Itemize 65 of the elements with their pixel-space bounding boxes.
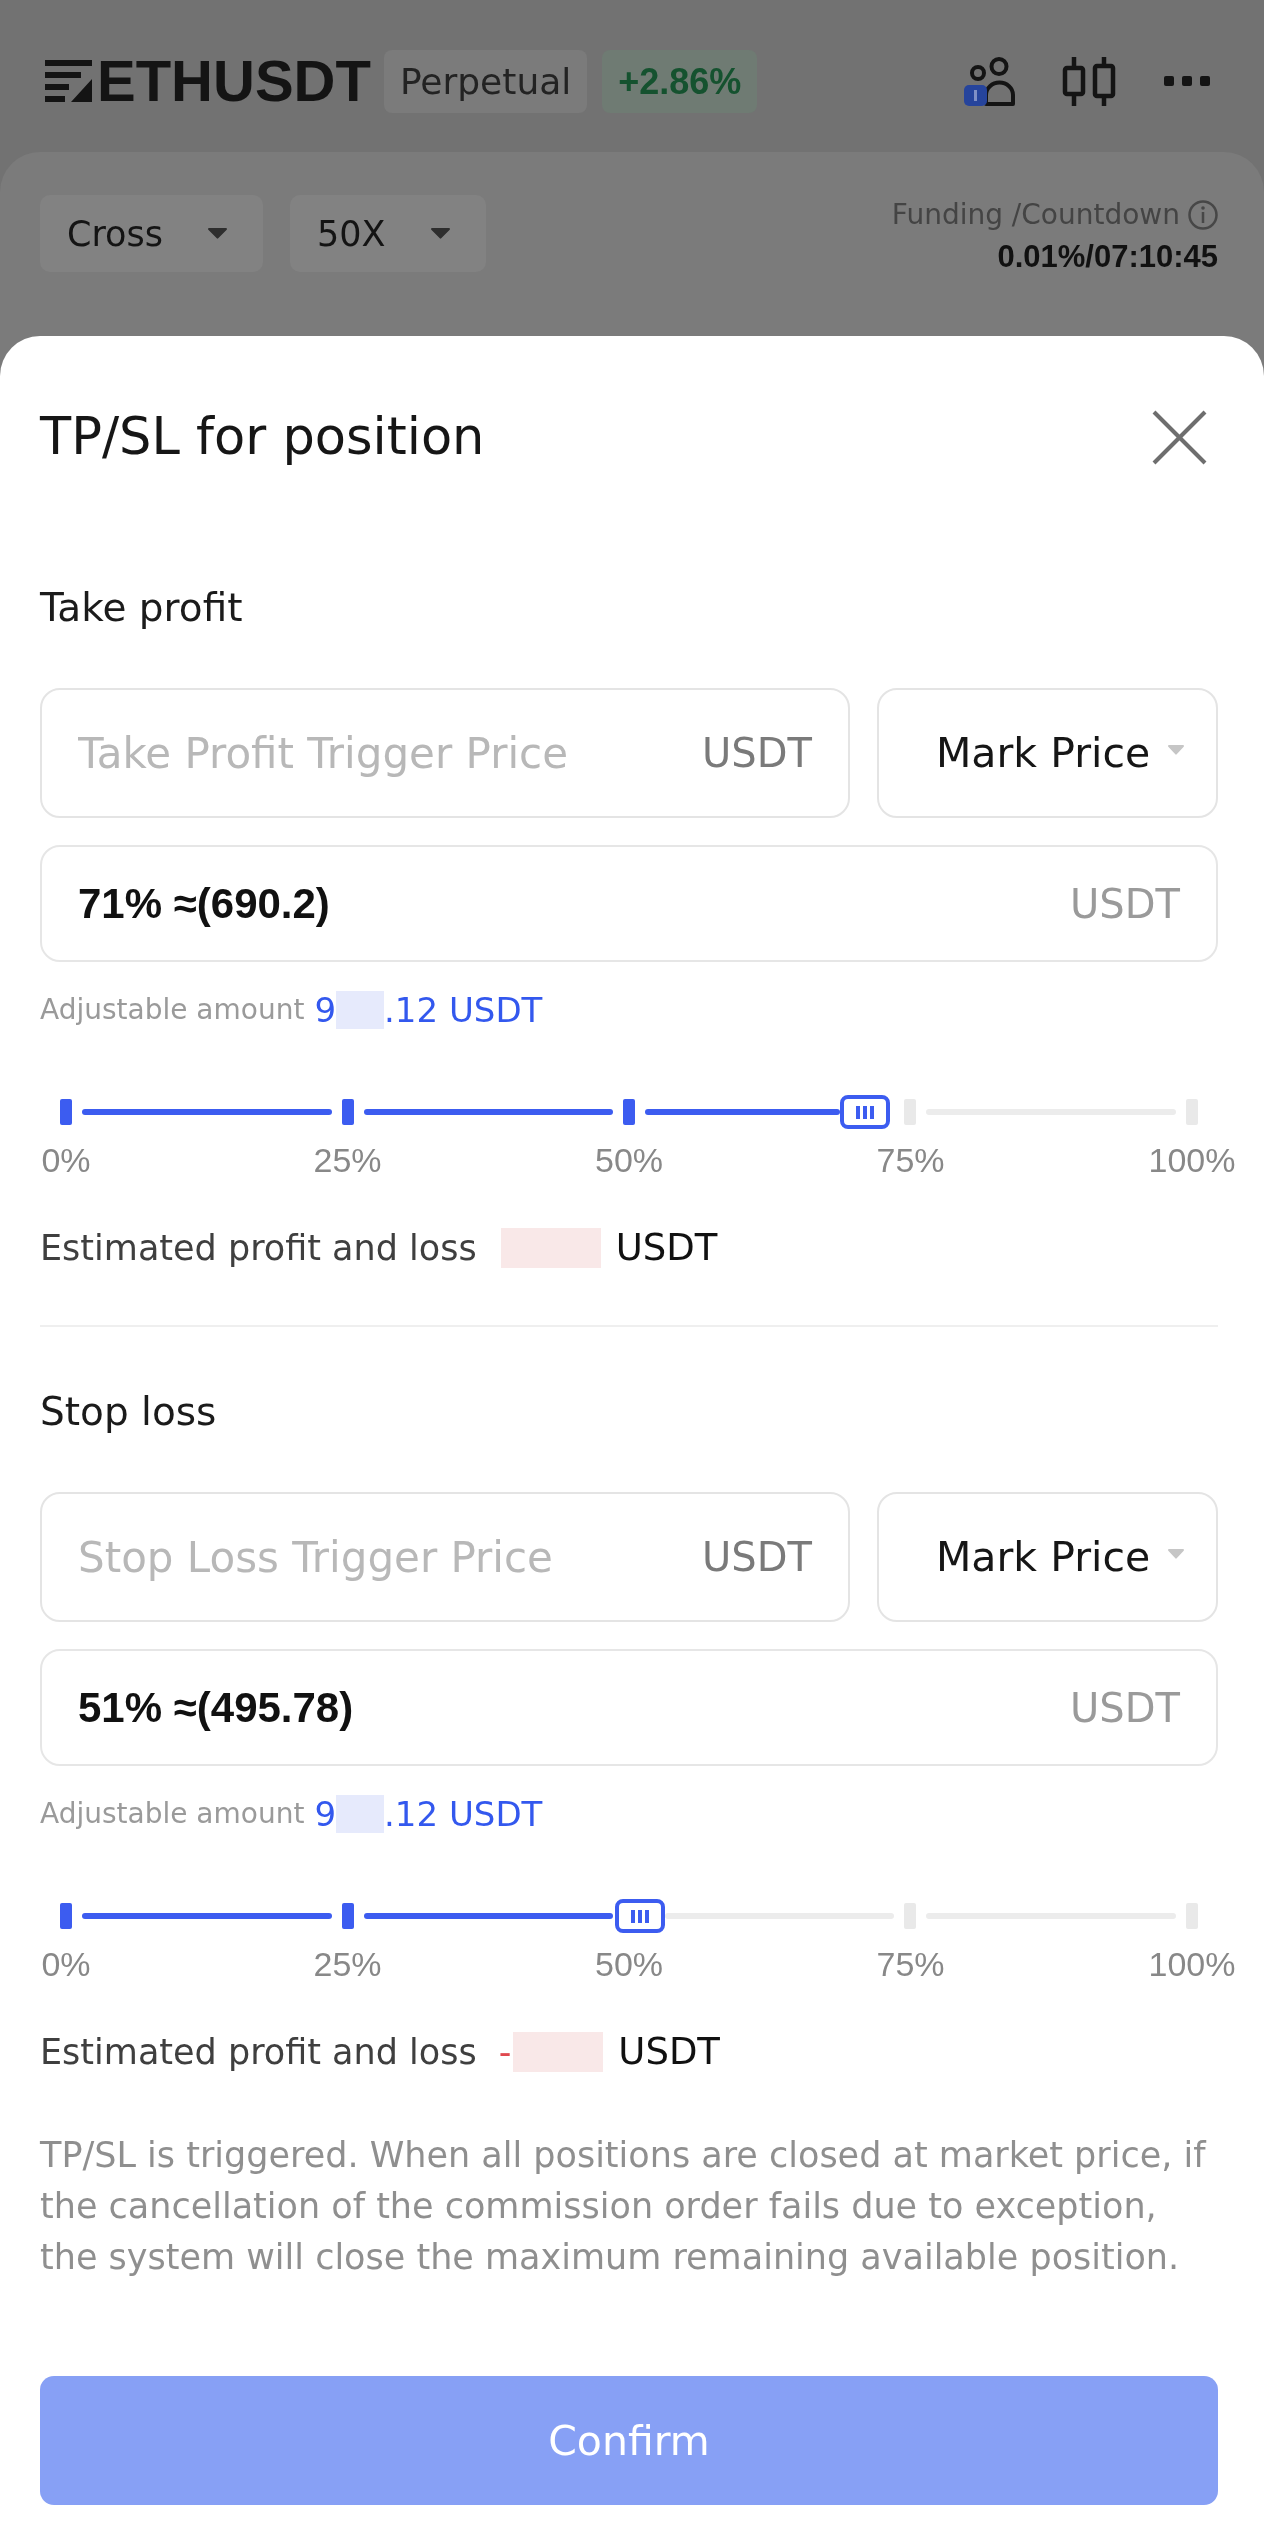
slider-percent-label: 100% xyxy=(1148,1945,1236,1983)
slider-percent-label: 100% xyxy=(1148,1141,1236,1179)
menu-icon[interactable] xyxy=(45,60,92,102)
amount-field[interactable]: 51% ≈(495.78) USDT xyxy=(40,1649,1218,1766)
sheet-title: TP/SL for position xyxy=(40,406,485,468)
unit-label: USDT xyxy=(1070,1684,1180,1731)
candlestick-icon[interactable] xyxy=(1062,56,1116,106)
amount-value: .12 USDT xyxy=(384,1796,543,1832)
slider-percent-label: 75% xyxy=(876,1141,945,1179)
pnl-label: Estimated profit and loss xyxy=(40,2031,477,2074)
slider-percent-label: 50% xyxy=(594,1945,664,1983)
adjustable-amount-label: Adjustable amount xyxy=(40,1796,305,1832)
trigger-price-field[interactable]: Take Profit Trigger Price USDT xyxy=(40,688,850,818)
price-change-badge: +2.86% xyxy=(602,49,758,113)
amount-input[interactable]: 71% ≈(690.2) xyxy=(78,879,1071,928)
slider-notch-icon xyxy=(341,1903,354,1929)
slider-notch-icon xyxy=(341,1099,354,1125)
amount-value: .12 USDT xyxy=(384,992,543,1028)
symbol-title: ETHUSDT xyxy=(97,47,371,115)
caret-down-icon xyxy=(431,228,450,239)
slider-notch-icon xyxy=(60,1903,72,1929)
notice-text: TP/SL is triggered. When all positions are closed at market price, if the cancellation of the commission order fails due to exception, the system will close the maximum remaining available position. xyxy=(40,2134,1208,2279)
price-type-dropdown[interactable]: Mark Price xyxy=(877,1492,1218,1622)
pnl-unit: USDT xyxy=(615,1225,718,1271)
amount-field[interactable]: 71% ≈(690.2) USDT xyxy=(40,845,1218,962)
close-button[interactable] xyxy=(1152,409,1207,465)
slider-percent-label: 50% xyxy=(594,1141,664,1179)
caret-down-icon xyxy=(1168,745,1185,755)
slider-notch-icon xyxy=(60,1099,72,1125)
people-icon[interactable] xyxy=(964,56,1017,106)
slider-percent-label: 25% xyxy=(313,1945,382,1983)
more-icon[interactable] xyxy=(1164,75,1210,87)
slider-percent-label: 0% xyxy=(41,1945,91,1983)
slider-percent-label: 75% xyxy=(876,1945,945,1983)
caret-down-icon xyxy=(208,228,227,239)
close-icon xyxy=(1152,409,1207,465)
slider-notch-icon xyxy=(623,1099,635,1125)
unit-label: USDT xyxy=(702,1534,812,1580)
section-heading: Stop loss xyxy=(40,1388,218,1436)
unit-label: USDT xyxy=(702,730,812,776)
funding-value: 0.01%/07:10:45 xyxy=(997,238,1218,276)
amount-input[interactable]: 51% ≈(495.78) xyxy=(78,1683,1071,1732)
amount-value: 9 xyxy=(314,992,337,1028)
adjustable-amount-label: Adjustable amount xyxy=(40,992,305,1028)
price-input[interactable]: Stop Loss Trigger Price xyxy=(78,1532,703,1582)
slider-thumb[interactable] xyxy=(615,1899,666,1933)
section-heading: Take profit xyxy=(40,584,244,632)
trigger-price-field[interactable]: Stop Loss Trigger Price USDT xyxy=(40,1492,850,1622)
amount-value: 9 xyxy=(314,1796,337,1832)
slider-thumb[interactable] xyxy=(840,1095,891,1129)
slider-percent-label: 25% xyxy=(313,1141,382,1179)
funding-label: Funding /Countdown xyxy=(891,197,1180,233)
pnl-unit: USDT xyxy=(618,2029,720,2075)
unit-label: USDT xyxy=(1070,880,1180,927)
grip-icon xyxy=(856,1105,875,1119)
slider-percent-label: 0% xyxy=(41,1141,91,1179)
contract-type-badge: Perpetual xyxy=(383,49,588,113)
price-type-dropdown[interactable]: Mark Price xyxy=(877,688,1218,818)
pnl-label: Estimated profit and loss xyxy=(40,1227,477,1270)
price-input[interactable]: Take Profit Trigger Price xyxy=(78,728,703,778)
caret-down-icon xyxy=(1168,1549,1185,1559)
pnl-sign: - xyxy=(498,2031,512,2074)
margin-mode-dropdown[interactable]: Cross xyxy=(40,195,263,272)
leverage-dropdown[interactable]: 50X xyxy=(290,195,486,272)
grip-icon xyxy=(631,1909,650,1923)
